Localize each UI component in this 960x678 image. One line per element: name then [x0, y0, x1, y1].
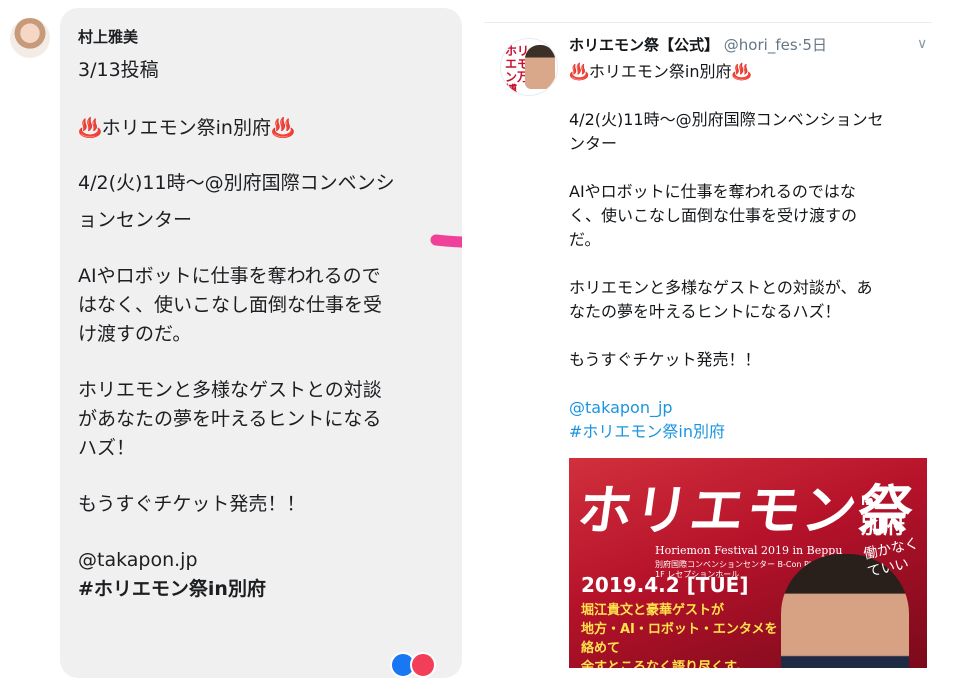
- poster-city: 別府: [861, 514, 906, 539]
- post-paragraph-2: ホリエモンと多様なゲストとの対談 があなたの夢を叶えるヒントになる ハズ！: [78, 379, 382, 459]
- post-headline: ♨️ホリエモン祭in別府♨️: [78, 117, 295, 139]
- post-paragraph-3: もうすぐチケット発売！！: [78, 493, 306, 515]
- tweet-panel: ホリエモン万博 ホリエモン祭【公式】 @hori_fes·5日 ∨ ♨️ホリエモ…: [462, 0, 960, 668]
- tweet-mention-link[interactable]: @takapon_jp: [569, 396, 949, 420]
- sender-avatar[interactable]: [10, 18, 50, 58]
- reaction-icons[interactable]: [390, 652, 436, 678]
- tweet-hashtag-link[interactable]: #ホリエモン祭in別府: [569, 420, 949, 444]
- poster-copy: 堀江貴文と豪華ゲストが 地方・AI・ロボット・エンタメを絡めて 余すところなく語…: [581, 603, 778, 668]
- tweet-headline: ♨️ホリエモン祭in別府♨️: [569, 62, 752, 81]
- post-paragraph-1: AIやロボットに仕事を奪われるので はなく、使いこなし面倒な仕事を受 け渡すのだ…: [78, 265, 383, 345]
- tweet-time[interactable]: 5日: [802, 36, 827, 54]
- chevron-down-icon[interactable]: ∨: [917, 36, 927, 52]
- tweet-avatar[interactable]: ホリエモン万博: [500, 38, 558, 96]
- tweet-display-name[interactable]: ホリエモン祭【公式】: [569, 36, 719, 54]
- love-icon: [410, 652, 436, 678]
- post-schedule: 4/2(火)11時〜@別府国際コンベンシ ョンセンター: [78, 172, 395, 231]
- tweet-handle[interactable]: @hori_fes: [724, 36, 798, 54]
- tweet-header: ホリエモン祭【公式】 @hori_fes·5日: [569, 36, 827, 54]
- poster-in-label: in: [861, 494, 874, 508]
- divider: [484, 22, 932, 23]
- avatar-photo: [525, 45, 555, 89]
- facebook-post-panel: 村上雅美 3/13投稿 ♨️ホリエモン祭in別府♨️ 4/2(火)11時〜@別府…: [0, 0, 470, 678]
- tweet-image-poster[interactable]: ホリエモン祭 in 別府 Horiemon Festival 2019 in B…: [569, 458, 927, 668]
- poster-date: 2019.4.2 [TUE]: [581, 573, 749, 597]
- post-date: 3/13投稿: [78, 59, 159, 81]
- post-hashtag[interactable]: #ホリエモン祭in別府: [78, 575, 444, 604]
- tweet-paragraph-2: ホリエモンと多様なゲストとの対談が、あ なたの夢を叶えるヒントになるハズ！: [569, 278, 873, 321]
- tweet-paragraph-1: AIやロボットに仕事を奪われるのではな く、使いこなし面倒な仕事を受け渡すの だ…: [569, 182, 858, 249]
- post-mention[interactable]: @takapon.jp: [78, 546, 444, 575]
- tweet-body: ♨️ホリエモン祭in別府♨️ 4/2(火)11時〜@別府国際コンベンションセ ン…: [569, 60, 949, 444]
- message-bubble: 村上雅美 3/13投稿 ♨️ホリエモン祭in別府♨️ 4/2(火)11時〜@別府…: [60, 8, 462, 678]
- sender-name[interactable]: 村上雅美: [78, 26, 444, 47]
- tweet-paragraph-3: もうすぐチケット発売！！: [569, 350, 761, 369]
- tweet-schedule: 4/2(火)11時〜@別府国際コンベンションセ ンター: [569, 110, 884, 153]
- poster-english-title: Horiemon Festival 2019 in Beppu: [655, 544, 843, 557]
